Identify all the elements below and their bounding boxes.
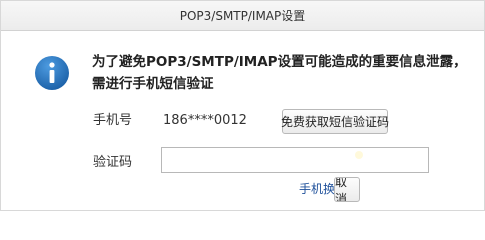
cancel-button[interactable]: 取消 [334, 177, 360, 202]
cursor-sparkle [355, 151, 363, 159]
change-phone-link[interactable]: 手机换 [299, 181, 335, 197]
dialog-title: POP3/SMTP/IMAP设置 [179, 9, 306, 23]
code-label: 验证码 [93, 155, 133, 170]
phone-number: 186****0012 [163, 113, 247, 128]
verification-code-input[interactable] [161, 147, 429, 173]
verification-message: 为了避免POP3/SMTP/IMAP设置可能造成的重要信息泄露，需进行手机短信验… [92, 54, 467, 92]
dialog-titlebar: POP3/SMTP/IMAP设置 [1, 1, 484, 31]
phone-label: 手机号 [93, 113, 133, 128]
info-icon [35, 56, 69, 90]
sms-verification-dialog: POP3/SMTP/IMAP设置 为了避免POP3/SMTP/IMAP设置可能造… [0, 0, 485, 211]
get-sms-code-button[interactable]: 免费获取短信验证码 [281, 109, 389, 134]
